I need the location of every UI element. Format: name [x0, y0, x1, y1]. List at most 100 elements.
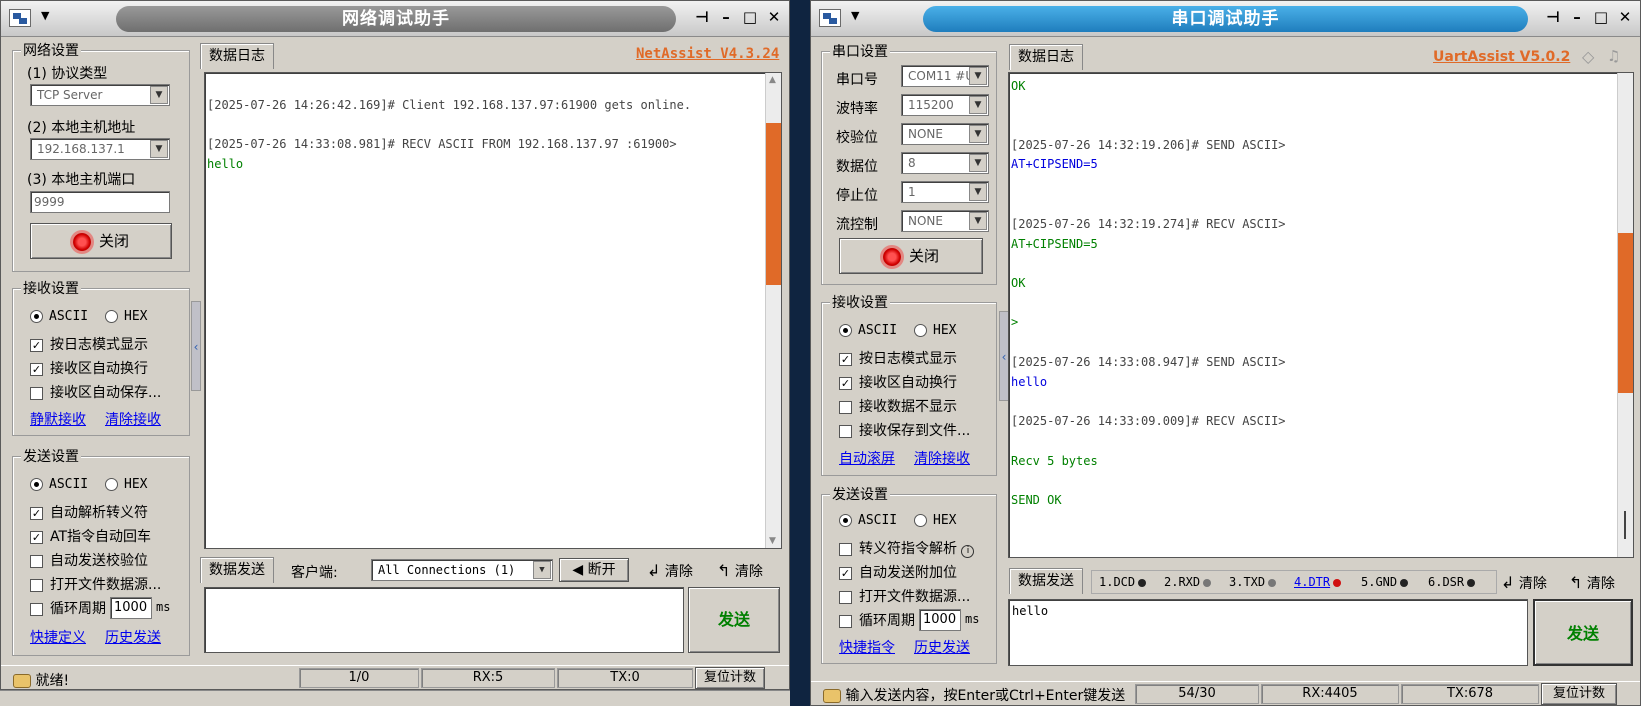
close-connection-button[interactable]: 关闭 — [30, 223, 172, 259]
host-select[interactable]: 192.168.137.1 ▼ — [30, 138, 170, 160]
port-input[interactable]: 9999 — [30, 191, 170, 213]
send-history-link[interactable]: 历史发送 — [914, 637, 970, 657]
pin-icon[interactable]: ⊣ — [1542, 7, 1564, 29]
chevron-down-icon[interactable]: ▼ — [969, 154, 987, 172]
clear-all-button[interactable]: ↰ 清除 — [1569, 573, 1615, 593]
escape-parse-checkbox[interactable]: 转义符指令解析 i — [839, 538, 975, 558]
chevron-down-icon[interactable]: ▼ — [150, 140, 168, 158]
version-link[interactable]: NetAssist V4.3.24 — [636, 46, 779, 62]
send-history-link[interactable]: 历史发送 — [105, 627, 161, 647]
chevron-down-icon[interactable]: ▼ — [533, 561, 551, 579]
at-auto-enter-checkbox[interactable]: ✓ AT指令自动回车 — [30, 526, 151, 546]
reset-count-button[interactable]: 复位计数 — [1541, 683, 1617, 705]
quick-command-link[interactable]: 快捷指令 — [839, 637, 895, 657]
stopbits-select[interactable]: 1 ▼ — [901, 181, 989, 203]
clear-receive-link[interactable]: 清除接收 — [105, 409, 161, 429]
serial-app-icon[interactable] — [819, 9, 841, 27]
net-send-input[interactable] — [204, 587, 684, 653]
auto-append-checkbox[interactable]: ✓ 自动发送附加位 — [839, 562, 957, 582]
send-ascii-radio[interactable]: ASCII — [839, 513, 897, 528]
close-button[interactable]: ✕ — [763, 7, 785, 29]
recv-auto-wrap-checkbox[interactable]: ✓ 接收区自动换行 — [839, 372, 957, 392]
chevron-down-icon[interactable]: ▼ — [41, 9, 49, 22]
silent-receive-link[interactable]: 静默接收 — [30, 409, 86, 429]
chevron-down-icon[interactable]: ▼ — [150, 86, 168, 104]
protocol-select[interactable]: TCP Server ▼ — [30, 84, 170, 106]
recv-hex-radio[interactable]: HEX — [105, 309, 147, 324]
maximize-button[interactable]: □ — [739, 7, 761, 29]
file-source-checkbox[interactable]: 打开文件数据源... — [30, 574, 161, 594]
auto-scroll-link[interactable]: 自动滚屏 — [839, 448, 895, 468]
chevron-down-icon[interactable]: ▼ — [969, 96, 987, 114]
quick-define-link[interactable]: 快捷定义 — [30, 627, 86, 647]
send-hex-radio[interactable]: HEX — [914, 513, 956, 528]
recv-hide-checkbox[interactable]: 接收数据不显示 — [839, 396, 957, 416]
pin-icon[interactable]: ⊣ — [691, 7, 713, 29]
port-select[interactable]: COM11 #US ▼ — [901, 65, 989, 87]
recv-auto-save-checkbox[interactable]: 接收区自动保存... — [30, 382, 161, 402]
databits-select[interactable]: 8 ▼ — [901, 152, 989, 174]
recv-auto-wrap-checkbox[interactable]: ✓ 接收区自动换行 — [30, 358, 148, 378]
recv-log-mode-checkbox[interactable]: ✓ 按日志模式显示 — [30, 334, 148, 354]
recv-ascii-radio[interactable]: ASCII — [30, 309, 88, 324]
loop-period-checkbox[interactable]: 循环周期 — [839, 610, 915, 630]
chevron-down-icon[interactable]: ▼ — [969, 125, 987, 143]
auto-checksum-checkbox[interactable]: 自动发送校验位 — [30, 550, 148, 570]
signal-dsr[interactable]: 6.DSR — [1428, 575, 1476, 589]
log-scrollbar[interactable] — [1617, 73, 1633, 557]
uart-send-input[interactable]: hello — [1008, 599, 1528, 666]
chevron-down-icon[interactable]: ▼ — [851, 9, 859, 22]
log-scrollbar[interactable]: ▲ ▼ — [765, 73, 781, 548]
bell-icon[interactable]: ♫ — [1607, 47, 1620, 65]
parity-select[interactable]: NONE ▼ — [901, 123, 989, 145]
tab-data-send[interactable]: 数据发送 — [200, 557, 274, 583]
signal-rxd[interactable]: 2.RXD — [1164, 575, 1212, 589]
reset-count-button[interactable]: 复位计数 — [695, 667, 765, 689]
signal-dtr[interactable]: 4.DTR — [1294, 575, 1342, 589]
recv-save-file-checkbox[interactable]: 接收保存到文件... — [839, 420, 970, 440]
clear-send-button[interactable]: ↲ 清除 — [1501, 573, 1547, 593]
loop-period-checkbox[interactable]: 循环周期 — [30, 598, 106, 618]
scroll-up-icon[interactable]: ▲ — [769, 75, 776, 85]
close-port-button[interactable]: 关闭 — [839, 238, 983, 274]
clear-all-button[interactable]: ↰ 清除 — [717, 561, 763, 581]
recv-ascii-radio[interactable]: ASCII — [839, 323, 897, 338]
clear-send-button[interactable]: ↲ 清除 — [647, 561, 693, 581]
baud-select[interactable]: 115200 ▼ — [901, 94, 989, 116]
flow-select[interactable]: NONE ▼ — [901, 210, 989, 232]
collapse-panel-handle[interactable]: ‹ — [191, 301, 201, 391]
uart-titlebar[interactable]: ▼ 串口调试助手 ⊣ – □ ✕ — [811, 1, 1640, 37]
tab-data-send[interactable]: 数据发送 — [1009, 568, 1083, 594]
auto-escape-checkbox[interactable]: ✓ 自动解析转义符 — [30, 502, 148, 522]
recv-hex-radio[interactable]: HEX — [914, 323, 956, 338]
network-app-icon[interactable] — [9, 9, 31, 27]
version-link[interactable]: UartAssist V5.0.2 — [1433, 49, 1570, 65]
net-titlebar[interactable]: ▼ 网络调试助手 ⊣ – □ ✕ — [1, 1, 789, 37]
maximize-button[interactable]: □ — [1590, 7, 1612, 29]
send-button[interactable]: 发送 — [688, 587, 780, 653]
loop-period-input[interactable]: 1000 — [919, 609, 961, 631]
scroll-thumb[interactable] — [1618, 233, 1633, 393]
net-log-pane[interactable]: [2025-07-26 14:26:42.169]# Client 192.16… — [204, 72, 782, 549]
info-icon[interactable]: i — [961, 545, 975, 558]
chevron-down-icon[interactable]: ▼ — [969, 67, 987, 85]
tab-data-log[interactable]: 数据日志 — [200, 43, 274, 69]
close-button[interactable]: ✕ — [1614, 7, 1636, 29]
uart-log-pane[interactable]: OK [2025-07-26 14:32:19.206]# SEND ASCII… — [1008, 72, 1634, 558]
file-source-checkbox[interactable]: 打开文件数据源... — [839, 586, 970, 606]
minimize-button[interactable]: – — [1566, 7, 1588, 29]
tab-data-log[interactable]: 数据日志 — [1009, 44, 1083, 70]
scroll-thumb[interactable] — [766, 123, 781, 285]
chevron-down-icon[interactable]: ▼ — [969, 212, 987, 230]
signal-txd[interactable]: 3.TXD — [1229, 575, 1277, 589]
chevron-down-icon[interactable]: ▼ — [969, 183, 987, 201]
clear-receive-link[interactable]: 清除接收 — [914, 448, 970, 468]
signal-dcd[interactable]: 1.DCD — [1099, 575, 1147, 589]
disconnect-button[interactable]: ◀ 断开 — [559, 558, 629, 582]
minimize-button[interactable]: – — [715, 7, 737, 29]
send-button[interactable]: 发送 — [1533, 599, 1633, 666]
diamond-icon[interactable]: ◇ — [1582, 47, 1594, 66]
client-select[interactable]: All Connections (1) ▼ — [371, 559, 553, 581]
loop-period-input[interactable]: 1000 — [110, 597, 152, 619]
send-ascii-radio[interactable]: ASCII — [30, 477, 88, 492]
